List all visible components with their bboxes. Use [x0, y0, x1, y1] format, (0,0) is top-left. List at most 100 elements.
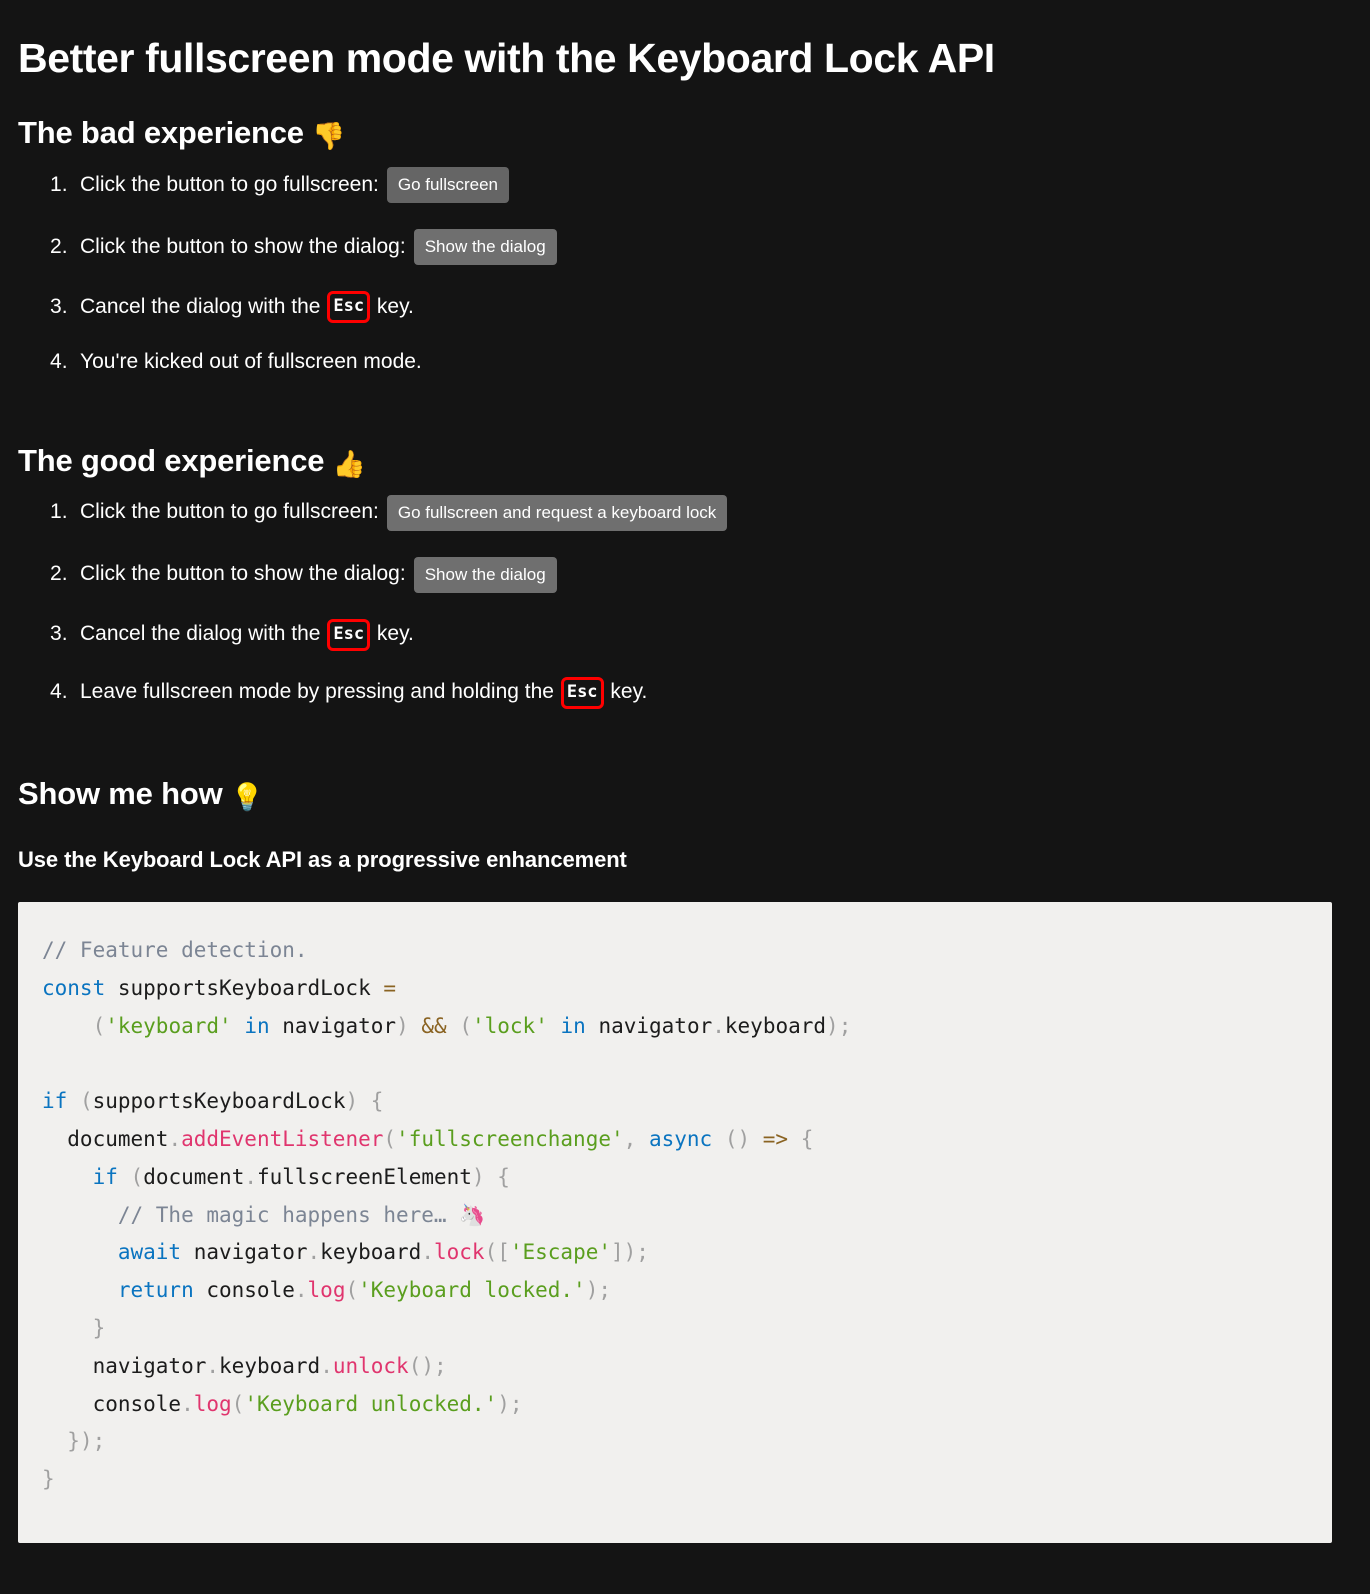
go-fullscreen-button[interactable]: Go fullscreen: [386, 167, 510, 204]
subsection-heading-progressive-enhancement: Use the Keyboard Lock API as a progressi…: [18, 846, 627, 872]
code-token-plain: keyboard: [320, 1240, 422, 1265]
step-text: Cancel the dialog with the: [80, 295, 321, 319]
code-token-punct: ]);: [611, 1240, 649, 1265]
code-token-operator: =: [383, 975, 397, 1000]
code-token-plain: supportsKeyboardLock: [105, 975, 384, 1000]
code-token-plain: navigator: [269, 1013, 397, 1038]
code-token-keyword: if: [42, 1089, 68, 1114]
code-token-func: log: [193, 1391, 232, 1416]
code-token-plain: console: [193, 1278, 295, 1303]
list-item: You're kicked out of fullscreen mode.: [50, 349, 1370, 375]
code-token-punct: (: [345, 1278, 359, 1303]
code-token-comment: // Feature detection.: [42, 938, 308, 962]
thumbs-down-icon: 👎: [312, 121, 346, 153]
section-heading-bad-text: The bad experience: [18, 115, 304, 151]
code-token-plain: navigator: [42, 1353, 207, 1378]
steps-list-good: Click the button to go fullscreen: Go fu…: [0, 481, 1370, 709]
code-token-plain: navigator: [181, 1240, 308, 1265]
code-token-punct: .: [307, 1240, 321, 1265]
code-token-keyword: const: [42, 975, 106, 1000]
list-item: Cancel the dialog with the Esc key.: [50, 618, 1370, 651]
code-token-keyword: await: [117, 1240, 182, 1265]
step-text: You're kicked out of fullscreen mode.: [80, 350, 422, 374]
step-text: Click the button to show the dialog:: [80, 235, 406, 259]
code-token-punct: (: [79, 1089, 93, 1114]
code-token-func: log: [307, 1278, 346, 1303]
code-token-func: unlock: [332, 1353, 409, 1378]
list-item: Click the button to show the dialog: Sho…: [50, 556, 1370, 593]
code-token-punct: .: [168, 1126, 182, 1151]
code-token-punct: (: [459, 1013, 472, 1038]
code-token-punct: .: [244, 1164, 257, 1189]
code-token-punct: .: [320, 1353, 333, 1378]
code-token-punct: (: [383, 1126, 397, 1151]
step-text-suffix: key.: [376, 295, 414, 319]
code-token-punct: (: [92, 1013, 106, 1038]
esc-key: Esc: [560, 676, 604, 709]
code-token-punct: .: [181, 1391, 194, 1416]
code-token-punct: }: [92, 1315, 106, 1340]
list-item: Click the button to go fullscreen: Go fu…: [50, 167, 1370, 204]
esc-key: Esc: [327, 618, 371, 651]
step-text-suffix: key.: [610, 680, 648, 704]
thumbs-up-icon: 👍: [332, 448, 366, 480]
section-heading-good-text: The good experience: [18, 442, 325, 478]
code-token-plain: keyboard: [219, 1353, 321, 1378]
code-token-punct: );: [826, 1013, 852, 1038]
code-token-punct: (: [231, 1391, 245, 1416]
code-token-string: 'Keyboard unlocked.': [244, 1391, 498, 1416]
code-token-plain: keyboard: [724, 1013, 827, 1038]
show-the-dialog-button[interactable]: Show the dialog: [413, 229, 557, 266]
code-token-keyword: return: [117, 1278, 194, 1303]
code-token-func: lock: [433, 1240, 485, 1265]
code-token-punct: {: [370, 1089, 384, 1114]
code-token-plain: navigator: [585, 1013, 713, 1038]
code-token-punct: .: [712, 1013, 725, 1038]
code-token-punct: .: [294, 1278, 308, 1303]
go-fullscreen-keyboard-lock-button[interactable]: Go fullscreen and request a keyboard loc…: [386, 494, 728, 531]
step-text: Click the button to go fullscreen:: [80, 500, 379, 524]
code-token-punct: ): [345, 1089, 359, 1114]
list-item: Cancel the dialog with the Esc key.: [50, 291, 1370, 324]
code-token-punct: {: [800, 1126, 814, 1151]
code-token-punct: {: [497, 1164, 510, 1189]
code-token-func: addEventListener: [181, 1126, 384, 1151]
code-token-keyword: async: [648, 1126, 713, 1151]
page-root: Better fullscreen mode with the Keyboard…: [0, 0, 1370, 1594]
code-token-punct: (): [724, 1126, 751, 1151]
step-text: Leave fullscreen mode by pressing and ho…: [80, 680, 554, 704]
code-token-emoji: 🦄: [459, 1202, 486, 1227]
code-token-string: 'Escape': [509, 1240, 612, 1265]
code-token-punct: .: [421, 1240, 434, 1265]
show-the-dialog-button[interactable]: Show the dialog: [413, 556, 557, 593]
code-block: // Feature detection. const supportsKeyb…: [18, 902, 1332, 1543]
code-token-keyword: if: [92, 1164, 118, 1189]
esc-key: Esc: [327, 291, 371, 324]
section-heading-how: Show me how 💡: [0, 735, 1370, 814]
code-token-plain: supportsKeyboardLock: [92, 1089, 346, 1114]
list-item: Click the button to show the dialog: Sho…: [50, 229, 1370, 266]
code-token-punct: .: [206, 1353, 220, 1378]
code-token-plain: fullscreenElement: [257, 1164, 472, 1189]
code-token-plain: console: [42, 1391, 182, 1416]
code-token-punct: ): [396, 1013, 409, 1038]
code-token-punct: (: [130, 1164, 144, 1189]
code-token-plain: document: [42, 1126, 169, 1151]
step-text: Click the button to show the dialog:: [80, 562, 406, 586]
steps-list-bad: Click the button to go fullscreen: Go fu…: [0, 153, 1370, 375]
code-token-punct: });: [67, 1429, 106, 1454]
code-token-comment: // The magic happens here…: [117, 1202, 460, 1227]
code-content: // Feature detection. const supportsKeyb…: [18, 902, 1332, 1499]
